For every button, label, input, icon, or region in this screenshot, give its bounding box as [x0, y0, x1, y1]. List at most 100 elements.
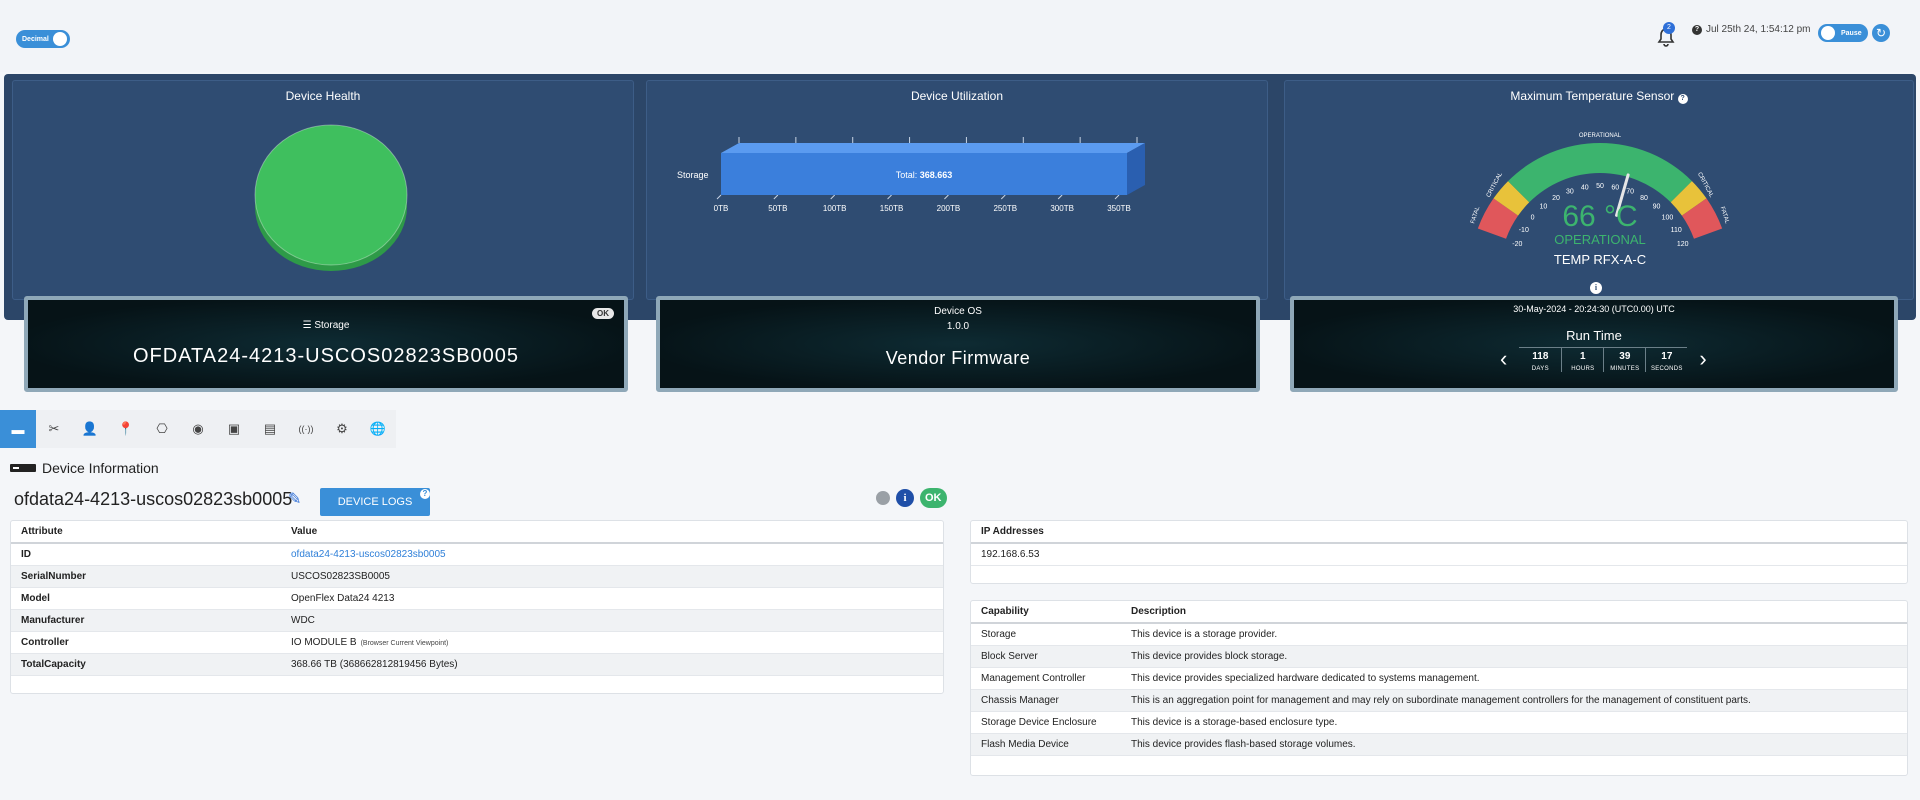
refresh-icon[interactable]: ↻ — [1872, 24, 1890, 42]
help-icon[interactable]: ? — [1677, 94, 1688, 104]
help-icon[interactable]: ? — [1692, 24, 1702, 35]
axis-tick — [830, 194, 836, 200]
gauge-sensor-name: TEMP RFX-A-C — [1554, 252, 1646, 267]
panel-title: Device Health — [285, 89, 361, 103]
storage-label-row: ☰ Storage — [28, 320, 624, 331]
gauge-fatal-label-left: FATAL — [1470, 205, 1481, 224]
drive-tab[interactable]: ◉ — [180, 410, 216, 448]
chevron-right-icon[interactable]: › — [1699, 346, 1706, 372]
device-tab[interactable]: ▬ — [0, 410, 36, 448]
attribute-value: WDC — [291, 614, 315, 626]
user-tab[interactable]: 👤 — [72, 410, 108, 448]
capabilities-table: Capability Description Storage This devic… — [971, 601, 1907, 756]
axis-tick — [716, 194, 722, 200]
gauge-tick-label: -20 — [1512, 241, 1522, 248]
table-row: ID ofdata24-4213-uscos02823sb0005 — [11, 543, 943, 566]
attribute-note: (Browser Current Viewpoint) — [360, 639, 449, 647]
gauge-band-operational — [1508, 143, 1692, 203]
gauge-tick-label: -10 — [1519, 227, 1529, 234]
attribute-value-cell: OpenFlex Data24 4213 — [281, 587, 943, 610]
axis-tick — [1057, 194, 1063, 200]
device-name: ofdata24-4213-uscos02823sb0005 — [14, 489, 293, 509]
database-icon: ☰ — [302, 320, 312, 331]
attribute-table: Attribute Value ID ofdata24-4213-uscos028… — [11, 521, 943, 676]
storage-device-name: OFDATA24-4213-USCOS02823SB0005 — [132, 345, 520, 367]
runtime-card: 30-May-2024 - 20:24:30 (UTC0.00) UTC Run… — [1290, 296, 1898, 392]
axis-tick — [944, 194, 949, 200]
attribute-value-cell: USCOS02823SB0005 — [281, 565, 943, 588]
edit-pencil-icon[interactable]: ✎ — [288, 489, 301, 509]
table-row: Storage This device is a storage provider… — [971, 623, 1907, 646]
runtime-unit-label: HOURS — [1571, 365, 1595, 372]
utilization-bar-chart: 0TB 50TB 100TB 150TB 200TB 250TB 300TB 350TB Sto… — [677, 137, 1145, 213]
ip-table: IP Addresses 192.168.6.53 — [971, 521, 1907, 566]
decimal-toggle[interactable]: Decimal — [16, 30, 70, 48]
health-pie-slice — [255, 125, 407, 265]
section-title-text: Device Information — [42, 460, 159, 476]
capability-description: This device provides specialized hardwar… — [1121, 667, 1907, 690]
tab-strip: ▬ ✂ 👤 📍 ⎔ ◉ ▣ ▤ ((·)) ⚙ 🌐 — [0, 410, 396, 448]
column-header-ip: IP Addresses — [971, 521, 1907, 544]
axis-tick — [887, 194, 892, 200]
gauge-tick-label: 60 — [1611, 184, 1619, 191]
datetime-display: ? Jul 25th 24, 1:54:12 pm — [1692, 24, 1811, 35]
ok-pill: OK — [592, 308, 614, 319]
gauge-tick-label: 30 — [1566, 188, 1574, 195]
wireless-icon: ((·)) — [298, 424, 314, 434]
runtime-unit: 39 MINUTES — [1603, 346, 1646, 372]
axis-tick-label: 300TB — [1050, 204, 1074, 213]
panel-title: Maximum Temperature Sensor ? — [1285, 89, 1913, 104]
tools-tab[interactable]: ✂ — [36, 410, 72, 448]
chip-tab[interactable]: ▣ — [216, 410, 252, 448]
runtime-value: 39 — [1604, 346, 1646, 362]
settings-tab[interactable]: ⚙ — [324, 410, 360, 448]
help-icon[interactable]: ? — [420, 489, 430, 499]
ip-addresses-card: IP Addresses 192.168.6.53 — [970, 520, 1908, 584]
table-row: Management Controller This device provide… — [971, 667, 1907, 690]
status-indicators: i OK — [876, 488, 947, 508]
globe-tab[interactable]: 🌐 — [360, 410, 396, 448]
info-icon[interactable]: i — [1590, 282, 1602, 294]
bar-data-label: Total: 368.663 — [896, 170, 953, 180]
network-tab[interactable]: ⎔ — [144, 410, 180, 448]
firmware-name: Vendor Firmware — [885, 348, 1031, 368]
attribute-value: 368.66 TB (368662812819456 Bytes) — [291, 658, 458, 670]
table-row: Flash Media Device This device provides f… — [971, 733, 1907, 756]
axis-tick-label: 150TB — [880, 204, 904, 213]
column-header-description: Description — [1121, 601, 1907, 624]
chevron-left-icon[interactable]: ‹ — [1500, 346, 1507, 372]
axis-tick — [1000, 194, 1006, 200]
axis-tick-label: 250TB — [993, 204, 1017, 213]
gauge-tick-label: 110 — [1671, 227, 1682, 234]
attribute-value-cell: ofdata24-4213-uscos02823sb0005 — [281, 543, 943, 566]
wireless-tab[interactable]: ((·)) — [288, 410, 324, 448]
datetime-text: Jul 25th 24, 1:54:12 pm — [1706, 24, 1811, 35]
device-id-link[interactable]: ofdata24-4213-uscos02823sb0005 — [291, 549, 446, 560]
device-os-card: Device OS 1.0.0 Vendor Firmware — [656, 296, 1260, 392]
runtime-unit: 1 HOURS — [1561, 346, 1604, 372]
temperature-gauge: -20 -100 10 20 30 40 50 60 70 80 90100 110 120 OPERAT… — [1470, 133, 1730, 267]
attribute-value: IO MODULE B — [291, 636, 357, 648]
info-icon[interactable]: i — [896, 489, 914, 507]
table-row: Controller IO MODULE B (Browser Current Vi… — [11, 631, 943, 654]
capabilities-card: Capability Description Storage This devic… — [970, 600, 1908, 776]
ip-address-value: 192.168.6.53 — [971, 543, 1907, 566]
column-header-value[interactable]: Value — [281, 521, 943, 544]
network-icon: ⎔ — [156, 421, 168, 436]
runtime-title: Run Time — [1566, 328, 1622, 343]
column-header-attribute[interactable]: Attribute — [11, 521, 281, 544]
gauge-operational-label: OPERATIONAL — [1579, 133, 1622, 139]
device-logs-button[interactable]: DEVICE LOGS — [320, 488, 430, 516]
notification-badge: 2 — [1663, 22, 1675, 34]
runtime-unit: 118 DAYS — [1519, 346, 1562, 372]
pause-toggle[interactable]: Pause — [1818, 24, 1868, 42]
table-row: Block Server This device provides block s… — [971, 645, 1907, 668]
location-tab[interactable]: 📍 — [108, 410, 144, 448]
runtime-unit-label: SECONDS — [1650, 365, 1683, 372]
table-row: SerialNumber USCOS02823SB0005 — [11, 565, 943, 588]
port-tab[interactable]: ▤ — [252, 410, 288, 448]
capability-name: Management Controller — [971, 667, 1121, 690]
chip-icon: ▣ — [227, 421, 241, 436]
capability-description: This device provides flash-based storage… — [1121, 733, 1907, 756]
attribute-name: Model — [11, 587, 281, 610]
